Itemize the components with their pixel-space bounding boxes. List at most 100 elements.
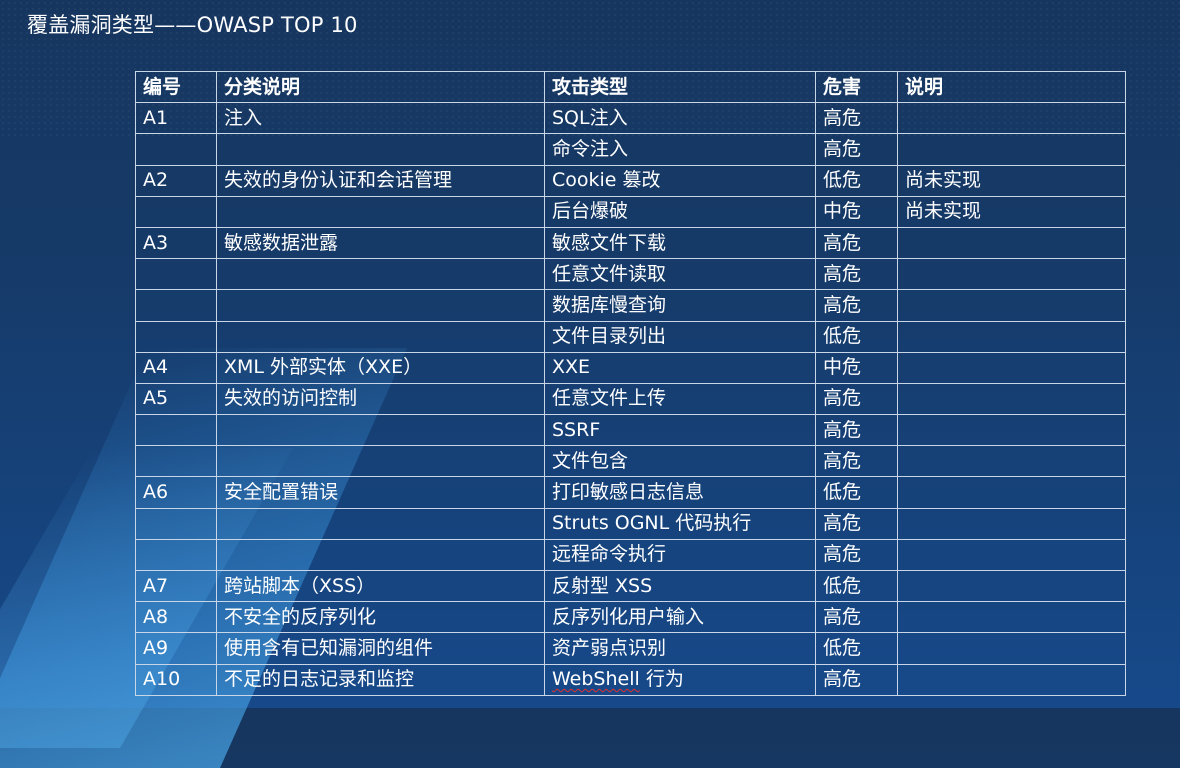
cell-risk: 高危: [815, 226, 898, 260]
cell-category: 敏感数据泄露: [216, 226, 545, 260]
cell-attack-type: XXE: [544, 351, 816, 384]
cell-note: [897, 258, 1126, 291]
cell-note: [897, 226, 1126, 260]
cell-attack-type: Struts OGNL 代码执行: [544, 507, 816, 540]
cell-category: [216, 538, 545, 572]
cell-risk: 低危: [815, 476, 898, 509]
cell-attack-type: 数据库慢查询: [544, 289, 816, 322]
header-id: 编号: [135, 70, 217, 104]
cell-risk: 高危: [815, 258, 898, 291]
cell-risk: 中危: [815, 195, 898, 228]
cell-category: [216, 258, 545, 291]
header-attack-type: 攻击类型: [544, 70, 816, 104]
cell-note: [897, 476, 1126, 509]
header-note: 说明: [897, 70, 1126, 104]
cell-risk: 高危: [815, 445, 898, 478]
cell-category: [216, 445, 545, 478]
cell-attack-type: 远程命令执行: [544, 538, 816, 572]
table-row: 文件包含 高危: [135, 445, 1126, 478]
cell-category: 使用含有已知漏洞的组件: [216, 632, 545, 665]
cell-attack-type: 后台爆破: [544, 195, 816, 228]
header-risk: 危害: [815, 70, 898, 104]
table-row: A3 敏感数据泄露 敏感文件下载 高危: [135, 226, 1126, 260]
cell-risk: 高危: [815, 414, 898, 447]
cell-attack-type: 反射型 XSS: [544, 569, 816, 603]
cell-id: A1: [135, 102, 217, 135]
cell-id: A2: [135, 164, 217, 197]
table-row: 远程命令执行 高危: [135, 538, 1126, 572]
cell-category: 不足的日志记录和监控: [216, 663, 545, 696]
cell-note: 尚未实现: [897, 195, 1126, 228]
cell-id: [135, 538, 217, 572]
cell-risk: 高危: [815, 663, 898, 696]
cell-risk: 高危: [815, 538, 898, 572]
cell-category: XML 外部实体（XXE）: [216, 351, 545, 384]
header-category: 分类说明: [216, 70, 545, 104]
cell-id: [135, 507, 217, 540]
table-row: A9 使用含有已知漏洞的组件 资产弱点识别 低危: [135, 632, 1126, 665]
table-row: 命令注入 高危: [135, 133, 1126, 166]
cell-risk: 高危: [815, 102, 898, 135]
table-row: A4 XML 外部实体（XXE） XXE 中危: [135, 351, 1126, 384]
cell-attack-type: 打印敏感日志信息: [544, 476, 816, 509]
cell-risk: 高危: [815, 601, 898, 634]
cell-attack-type: SSRF: [544, 414, 816, 447]
table-row: 文件目录列出 低危: [135, 320, 1126, 353]
cell-risk: 低危: [815, 632, 898, 665]
table-row: 后台爆破 中危 尚未实现: [135, 195, 1126, 228]
table-row: 数据库慢查询 高危: [135, 289, 1126, 322]
cell-attack-type: 敏感文件下载: [544, 226, 816, 260]
cell-attack-type: 任意文件读取: [544, 258, 816, 291]
cell-attack-type: 命令注入: [544, 133, 816, 166]
cell-note: [897, 507, 1126, 540]
cell-attack-type: WebShell 行为: [544, 663, 816, 696]
cell-note: [897, 414, 1126, 447]
cell-attack-type: SQL注入: [544, 102, 816, 135]
cell-attack-type: 任意文件上传: [544, 382, 816, 416]
table-row: A6 安全配置错误 打印敏感日志信息 低危: [135, 476, 1126, 509]
cell-id: A6: [135, 476, 217, 509]
cell-note: [897, 133, 1126, 166]
cell-note: [897, 663, 1126, 696]
cell-category: [216, 507, 545, 540]
cell-category: 安全配置错误: [216, 476, 545, 509]
cell-id: A9: [135, 632, 217, 665]
cell-note: [897, 569, 1126, 603]
table-header-row: 编号 分类说明 攻击类型 危害 说明: [135, 70, 1126, 104]
cell-note: 尚未实现: [897, 164, 1126, 197]
cell-id: [135, 289, 217, 322]
cell-id: A8: [135, 601, 217, 634]
table-body: A1 注入 SQL注入 高危 命令注入 高危 A2 失效的身份认证和会话管理 Cookie 篡改…: [135, 102, 1126, 696]
cell-id: A3: [135, 226, 217, 260]
cell-id: [135, 258, 217, 291]
cell-note: [897, 601, 1126, 634]
cell-category: [216, 195, 545, 228]
vulnerability-table: 编号 分类说明 攻击类型 危害 说明 A1 注入 SQL注入 高危 命令注入 高危 A2 失效…: [135, 70, 1126, 696]
table-row: A10 不足的日志记录和监控 WebShell 行为 高危: [135, 663, 1126, 696]
cell-id: A10: [135, 663, 217, 696]
cell-id: [135, 195, 217, 228]
cell-category: [216, 133, 545, 166]
cell-category: 注入: [216, 102, 545, 135]
cell-note: [897, 320, 1126, 353]
cell-attack-type: Cookie 篡改: [544, 164, 816, 197]
cell-category: 跨站脚本（XSS）: [216, 569, 545, 603]
cell-risk: 高危: [815, 507, 898, 540]
table-row: A1 注入 SQL注入 高危: [135, 102, 1126, 135]
cell-risk: 低危: [815, 569, 898, 603]
cell-attack-type: 资产弱点识别: [544, 632, 816, 665]
cell-id: A4: [135, 351, 217, 384]
cell-risk: 低危: [815, 320, 898, 353]
cell-category: 失效的身份认证和会话管理: [216, 164, 545, 197]
cell-id: [135, 445, 217, 478]
cell-id: [135, 133, 217, 166]
cell-note: [897, 289, 1126, 322]
table-row: A5 失效的访问控制 任意文件上传 高危: [135, 382, 1126, 416]
cell-note: [897, 351, 1126, 384]
cell-risk: 高危: [815, 289, 898, 322]
cell-note: [897, 538, 1126, 572]
table-row: A2 失效的身份认证和会话管理 Cookie 篡改 低危 尚未实现: [135, 164, 1126, 197]
cell-attack-type: 文件包含: [544, 445, 816, 478]
cell-risk: 高危: [815, 382, 898, 416]
cell-id: [135, 414, 217, 447]
